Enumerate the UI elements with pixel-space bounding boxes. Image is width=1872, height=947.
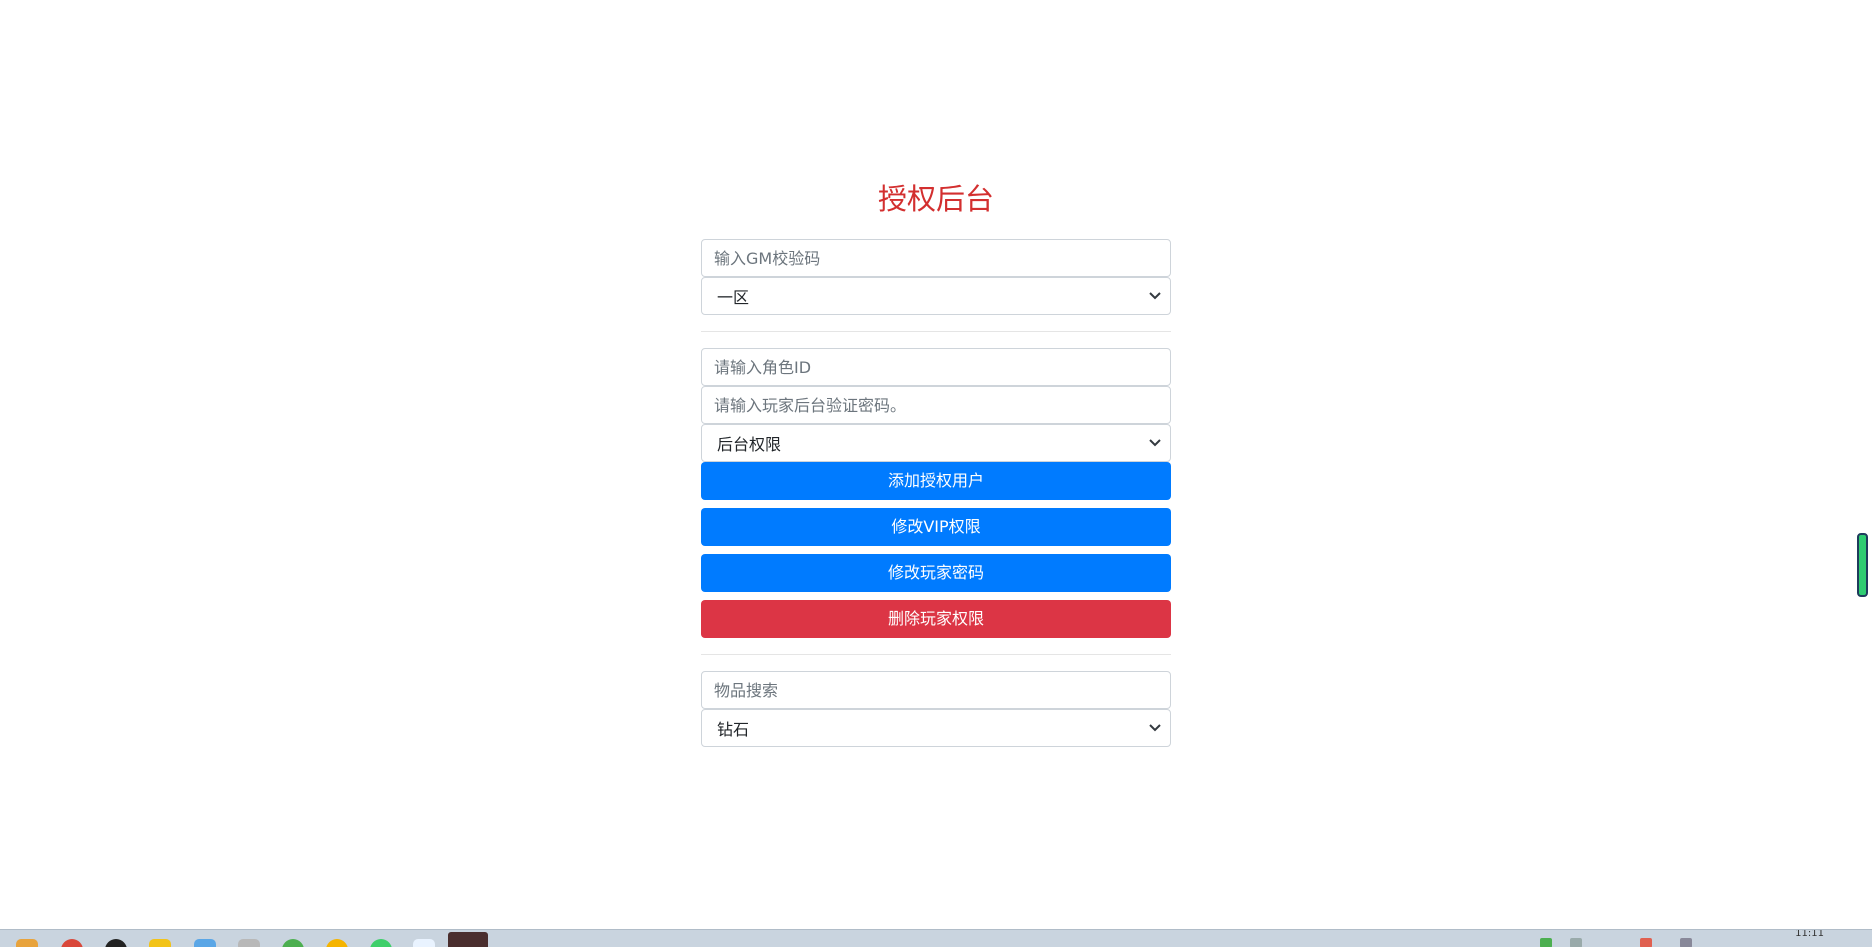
item-select-value: 钻石 bbox=[717, 720, 750, 739]
taskbar: 11:11 bbox=[0, 929, 1872, 947]
app-icon-red[interactable] bbox=[61, 939, 83, 947]
app-icon-black[interactable] bbox=[105, 939, 127, 947]
modify-player-password-button[interactable]: 修改玩家密码 bbox=[701, 554, 1171, 592]
active-app-icon[interactable] bbox=[448, 932, 488, 947]
app-icon-green[interactable] bbox=[282, 939, 304, 947]
app-icon-orange[interactable] bbox=[326, 939, 348, 947]
gm-code-input[interactable] bbox=[701, 239, 1171, 277]
folder-icon[interactable] bbox=[16, 939, 38, 947]
app-icon-yellow[interactable] bbox=[149, 939, 171, 947]
chevron-down-icon bbox=[1148, 721, 1162, 735]
add-authorized-user-button[interactable]: 添加授权用户 bbox=[701, 462, 1171, 500]
chevron-down-icon bbox=[1148, 436, 1162, 450]
tray-icon[interactable] bbox=[1640, 938, 1652, 947]
tray-icon[interactable] bbox=[1680, 938, 1692, 947]
item-select[interactable]: 钻石 bbox=[701, 709, 1171, 747]
server-select[interactable]: 一区 bbox=[701, 277, 1171, 315]
auth-panel: 授权后台 一区 后台权限 添加授权用户 修改VIP权限 修改玩家密码 删除玩家权… bbox=[701, 175, 1171, 747]
divider bbox=[701, 331, 1171, 332]
modify-vip-permission-button[interactable]: 修改VIP权限 bbox=[701, 508, 1171, 546]
app-icon-light[interactable] bbox=[413, 939, 435, 947]
page: 授权后台 一区 后台权限 添加授权用户 修改VIP权限 修改玩家密码 删除玩家权… bbox=[0, 0, 1872, 947]
role-id-input[interactable] bbox=[701, 348, 1171, 386]
wechat-icon[interactable] bbox=[370, 939, 392, 947]
delete-player-permission-button[interactable]: 删除玩家权限 bbox=[701, 600, 1171, 638]
chevron-down-icon bbox=[1148, 289, 1162, 303]
tray-icon[interactable] bbox=[1540, 938, 1552, 947]
tray-icon[interactable] bbox=[1570, 938, 1582, 947]
scroll-indicator[interactable] bbox=[1857, 533, 1868, 597]
notepad-icon[interactable] bbox=[238, 939, 260, 947]
server-select-value: 一区 bbox=[717, 288, 750, 307]
player-password-input[interactable] bbox=[701, 386, 1171, 424]
item-search-input[interactable] bbox=[701, 671, 1171, 709]
taskbar-clock: 11:11 bbox=[1795, 929, 1824, 939]
page-title: 授权后台 bbox=[877, 182, 994, 216]
permission-select-value: 后台权限 bbox=[717, 435, 782, 454]
permission-select[interactable]: 后台权限 bbox=[701, 424, 1171, 462]
app-icon-blue[interactable] bbox=[194, 939, 216, 947]
divider bbox=[701, 654, 1171, 655]
